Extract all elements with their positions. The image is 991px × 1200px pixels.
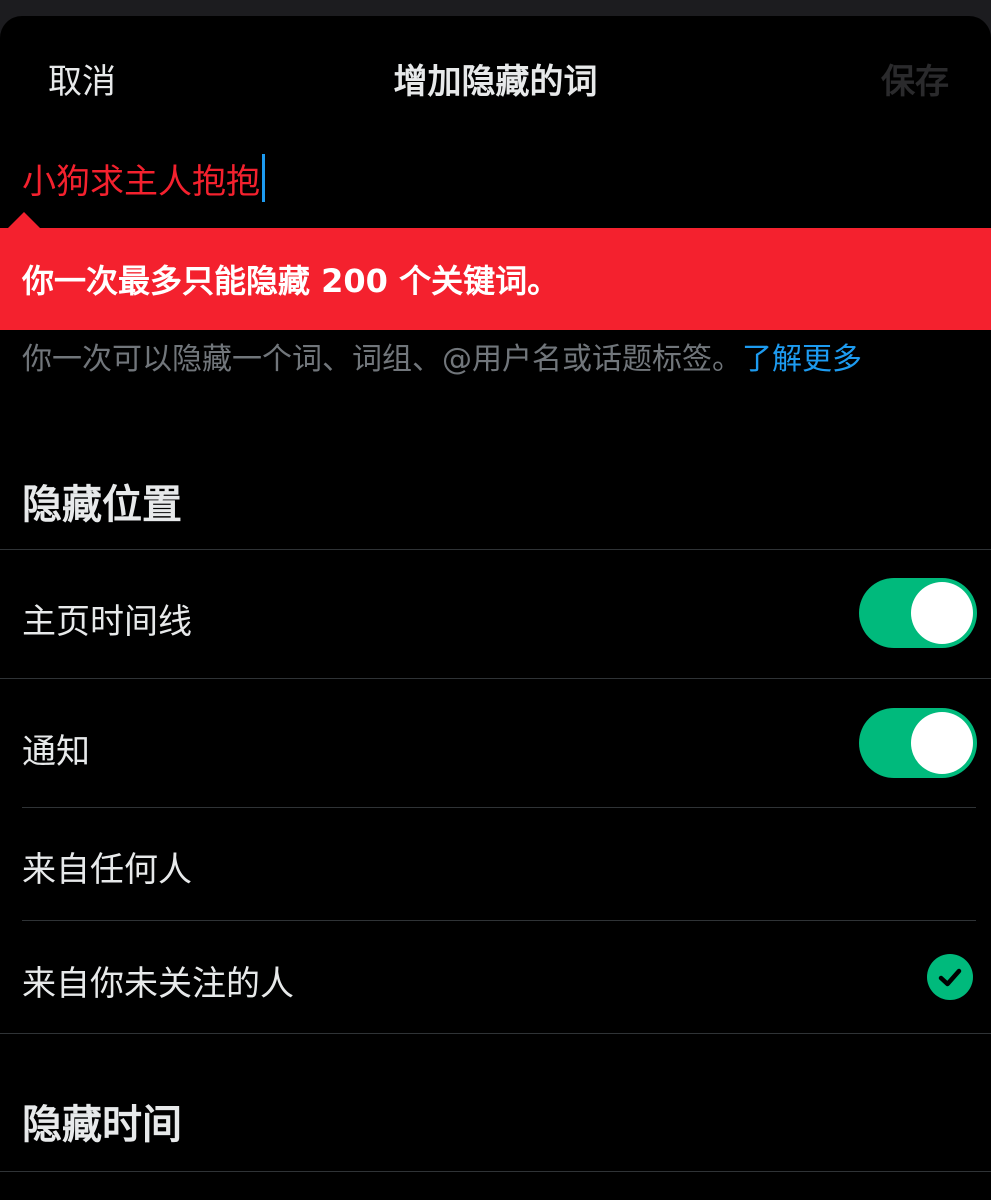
section-title-mute-from: 隐藏位置 [22,482,182,528]
home-timeline-toggle[interactable] [859,578,977,648]
muted-word-input-value[interactable]: 小狗求主人抱抱 [22,154,260,203]
notifications-toggle[interactable] [859,708,977,778]
checkmark-glyph [938,968,962,987]
text-caret-icon [262,154,265,202]
divider [0,1033,991,1034]
muted-word-input[interactable]: 小狗求主人抱抱 [22,152,265,204]
divider [22,920,976,921]
save-button[interactable]: 保存 [881,54,949,103]
section-title-duration: 隐藏时间 [22,1102,182,1148]
divider [0,549,991,550]
toggle-knob [911,582,973,644]
error-banner: 你一次最多只能隐藏 200 个关键词。 [0,228,991,330]
nav-bar: 取消 增加隐藏的词 保存 [0,16,991,132]
notifications-label: 通知 [22,732,90,772]
home-timeline-label: 主页时间线 [22,602,192,642]
error-message: 你一次最多只能隐藏 200 个关键词。 [22,262,560,300]
checkmark-icon[interactable] [927,954,973,1000]
learn-more-link[interactable]: 了解更多 [742,342,862,377]
toggle-knob [911,712,973,774]
error-pointer-icon [8,212,40,228]
divider [0,1171,991,1172]
page-title: 增加隐藏的词 [393,62,598,102]
add-muted-word-sheet: 取消 增加隐藏的词 保存 小狗求主人抱抱 你一次最多只能隐藏 200 个关键词。… [0,16,991,1200]
from-people-you-dont-follow-option[interactable]: 来自你未关注的人 [22,956,294,1005]
divider [0,678,991,679]
help-text: 你一次可以隐藏一个词、词组、@用户名或话题标签。了解更多 [22,334,972,378]
from-anyone-option[interactable]: 来自任何人 [22,842,192,891]
divider [22,807,976,808]
help-description: 你一次可以隐藏一个词、词组、@用户名或话题标签。 [22,342,742,377]
